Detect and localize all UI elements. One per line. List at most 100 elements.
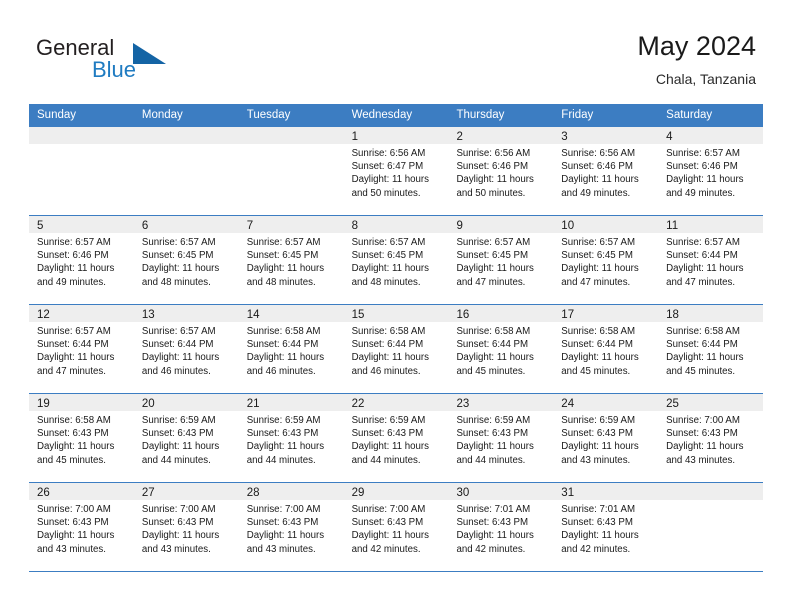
day-cell	[658, 483, 764, 571]
day-number-band: 29	[343, 483, 449, 500]
day-cell[interactable]: 23 Sunrise: 6:59 AM Sunset: 6:43 PM Dayl…	[448, 394, 554, 482]
daylight-text-line1: Daylight: 11 hours	[456, 530, 534, 542]
day-cell[interactable]: 20 Sunrise: 6:59 AM Sunset: 6:43 PM Dayl…	[133, 394, 239, 482]
day-number: 29	[351, 487, 365, 499]
day-cell[interactable]: 12 Sunrise: 6:57 AM Sunset: 6:44 PM Dayl…	[29, 305, 134, 393]
day-number: 12	[37, 309, 50, 321]
daylight-text-line2: and 49 minutes.	[666, 187, 736, 199]
day-info: Sunrise: 6:58 AM Sunset: 6:44 PM Dayligh…	[344, 322, 449, 378]
sunrise-text: Sunrise: 6:57 AM	[666, 148, 740, 159]
day-number-band: 27	[133, 483, 239, 500]
day-info: Sunrise: 7:00 AM Sunset: 6:43 PM Dayligh…	[344, 500, 449, 556]
day-cell[interactable]: 27 Sunrise: 7:00 AM Sunset: 6:43 PM Dayl…	[133, 483, 239, 571]
day-number: 1	[351, 131, 358, 143]
day-cell[interactable]: 15 Sunrise: 6:58 AM Sunset: 6:44 PM Dayl…	[343, 305, 449, 393]
day-cell[interactable]: 30 Sunrise: 7:01 AM Sunset: 6:43 PM Dayl…	[448, 483, 554, 571]
daylight-text-line2: and 42 minutes.	[351, 543, 421, 555]
day-cell[interactable]: 21 Sunrise: 6:59 AM Sunset: 6:43 PM Dayl…	[238, 394, 344, 482]
day-cell[interactable]: 24 Sunrise: 6:59 AM Sunset: 6:43 PM Dayl…	[553, 394, 659, 482]
day-number: 3	[561, 131, 568, 143]
daylight-text-line1: Daylight: 11 hours	[561, 352, 639, 364]
day-cell[interactable]: 19 Sunrise: 6:58 AM Sunset: 6:43 PM Dayl…	[29, 394, 134, 482]
day-cell[interactable]: 13 Sunrise: 6:57 AM Sunset: 6:44 PM Dayl…	[133, 305, 239, 393]
day-number: 16	[456, 309, 470, 321]
day-cell[interactable]: 22 Sunrise: 6:59 AM Sunset: 6:43 PM Dayl…	[343, 394, 449, 482]
day-info: Sunrise: 6:57 AM Sunset: 6:46 PM Dayligh…	[658, 144, 763, 200]
day-number-band: 10	[553, 216, 659, 233]
day-number: 4	[666, 131, 673, 143]
sunrise-text: Sunrise: 6:57 AM	[246, 237, 321, 248]
day-cell[interactable]: 6 Sunrise: 6:57 AM Sunset: 6:45 PM Dayli…	[133, 216, 239, 304]
sunset-text: Sunset: 6:45 PM	[561, 250, 633, 262]
day-cell[interactable]: 9 Sunrise: 6:57 AM Sunset: 6:45 PM Dayli…	[448, 216, 554, 304]
day-number: 5	[37, 220, 44, 232]
sunset-text: Sunset: 6:43 PM	[456, 517, 529, 529]
sunset-text: Sunset: 6:43 PM	[666, 428, 738, 440]
calendar-page: General Blue May 2024 Chala, Tanzania Su…	[0, 0, 792, 612]
sunset-text: Sunset: 6:44 PM	[666, 250, 738, 262]
daylight-text-line1: Daylight: 11 hours	[351, 530, 429, 542]
day-cell[interactable]: 29 Sunrise: 7:00 AM Sunset: 6:43 PM Dayl…	[343, 483, 449, 571]
sunrise-text: Sunrise: 6:58 AM	[37, 415, 111, 426]
daylight-text-line2: and 48 minutes.	[351, 276, 421, 288]
sunset-text: Sunset: 6:44 PM	[37, 339, 109, 351]
day-number-band: 11	[658, 216, 764, 233]
sunset-text: Sunset: 6:43 PM	[561, 428, 633, 440]
day-cell[interactable]: 14 Sunrise: 6:58 AM Sunset: 6:44 PM Dayl…	[238, 305, 344, 393]
daylight-text-line1: Daylight: 11 hours	[141, 441, 220, 453]
logo-text-blue: Blue	[92, 57, 137, 82]
day-cell[interactable]: 5 Sunrise: 6:57 AM Sunset: 6:46 PM Dayli…	[29, 216, 134, 304]
day-cell[interactable]: 17 Sunrise: 6:58 AM Sunset: 6:44 PM Dayl…	[553, 305, 659, 393]
day-info: Sunrise: 7:01 AM Sunset: 6:43 PM Dayligh…	[553, 500, 658, 556]
day-number: 15	[351, 309, 365, 321]
day-cell[interactable]: 4 Sunrise: 6:57 AM Sunset: 6:46 PM Dayli…	[658, 127, 764, 215]
daylight-text-line1: Daylight: 11 hours	[37, 263, 115, 275]
day-cell[interactable]: 26 Sunrise: 7:00 AM Sunset: 6:43 PM Dayl…	[29, 483, 134, 571]
day-number: 26	[37, 487, 50, 499]
sunset-text: Sunset: 6:43 PM	[141, 517, 214, 529]
daylight-text-line1: Daylight: 11 hours	[351, 352, 429, 364]
day-cell[interactable]: 2 Sunrise: 6:56 AM Sunset: 6:46 PM Dayli…	[448, 127, 554, 215]
day-info: Sunrise: 6:58 AM Sunset: 6:44 PM Dayligh…	[239, 322, 344, 378]
day-cell[interactable]: 31 Sunrise: 7:01 AM Sunset: 6:43 PM Dayl…	[553, 483, 659, 571]
daylight-text-line2: and 43 minutes.	[37, 543, 106, 555]
day-info: Sunrise: 6:56 AM Sunset: 6:47 PM Dayligh…	[344, 144, 449, 200]
day-cell[interactable]: 10 Sunrise: 6:57 AM Sunset: 6:45 PM Dayl…	[553, 216, 659, 304]
day-cell[interactable]: 8 Sunrise: 6:57 AM Sunset: 6:45 PM Dayli…	[343, 216, 449, 304]
weekday-header-friday: Friday	[561, 109, 594, 121]
daylight-text-line2: and 42 minutes.	[456, 543, 526, 555]
day-cell[interactable]: 28 Sunrise: 7:00 AM Sunset: 6:43 PM Dayl…	[238, 483, 344, 571]
sunrise-text: Sunrise: 6:59 AM	[246, 415, 321, 426]
day-cell[interactable]: 18 Sunrise: 6:58 AM Sunset: 6:44 PM Dayl…	[658, 305, 764, 393]
weekday-header-wednesday: Wednesday	[351, 109, 413, 121]
sunrise-text: Sunrise: 6:56 AM	[351, 148, 426, 159]
day-info: Sunrise: 7:00 AM Sunset: 6:43 PM Dayligh…	[29, 500, 134, 556]
day-number-band: 13	[133, 305, 239, 322]
daylight-text-line2: and 45 minutes.	[666, 365, 736, 377]
day-cell	[133, 127, 239, 215]
sunrise-text: Sunrise: 6:59 AM	[351, 415, 426, 426]
day-info: Sunrise: 6:59 AM Sunset: 6:43 PM Dayligh…	[239, 411, 344, 467]
day-info: Sunrise: 6:57 AM Sunset: 6:45 PM Dayligh…	[344, 233, 449, 289]
day-info: Sunrise: 6:58 AM Sunset: 6:44 PM Dayligh…	[658, 322, 763, 378]
sunset-text: Sunset: 6:44 PM	[561, 339, 633, 351]
sunset-text: Sunset: 6:44 PM	[351, 339, 424, 351]
day-number-band: 3	[553, 127, 659, 144]
day-cell[interactable]: 3 Sunrise: 6:56 AM Sunset: 6:46 PM Dayli…	[553, 127, 659, 215]
sunset-text: Sunset: 6:45 PM	[141, 250, 214, 262]
general-blue-logo[interactable]: General Blue	[36, 36, 216, 88]
day-number: 22	[351, 398, 365, 410]
sunset-text: Sunset: 6:43 PM	[141, 428, 214, 440]
sunset-text: Sunset: 6:43 PM	[456, 428, 529, 440]
day-number: 6	[141, 220, 149, 232]
day-cell[interactable]: 16 Sunrise: 6:58 AM Sunset: 6:44 PM Dayl…	[448, 305, 554, 393]
day-cell[interactable]: 1 Sunrise: 6:56 AM Sunset: 6:47 PM Dayli…	[343, 127, 449, 215]
day-number-band: 17	[553, 305, 659, 322]
calendar-week-row: 1 Sunrise: 6:56 AM Sunset: 6:47 PM Dayli…	[29, 126, 764, 215]
day-cell[interactable]: 11 Sunrise: 6:57 AM Sunset: 6:44 PM Dayl…	[658, 216, 764, 304]
day-cell[interactable]: 7 Sunrise: 6:57 AM Sunset: 6:45 PM Dayli…	[238, 216, 344, 304]
daylight-text-line1: Daylight: 11 hours	[561, 174, 639, 186]
day-info: Sunrise: 6:57 AM Sunset: 6:46 PM Dayligh…	[29, 233, 134, 289]
day-cell[interactable]: 25 Sunrise: 7:00 AM Sunset: 6:43 PM Dayl…	[658, 394, 764, 482]
day-info: Sunrise: 6:56 AM Sunset: 6:46 PM Dayligh…	[448, 144, 553, 200]
